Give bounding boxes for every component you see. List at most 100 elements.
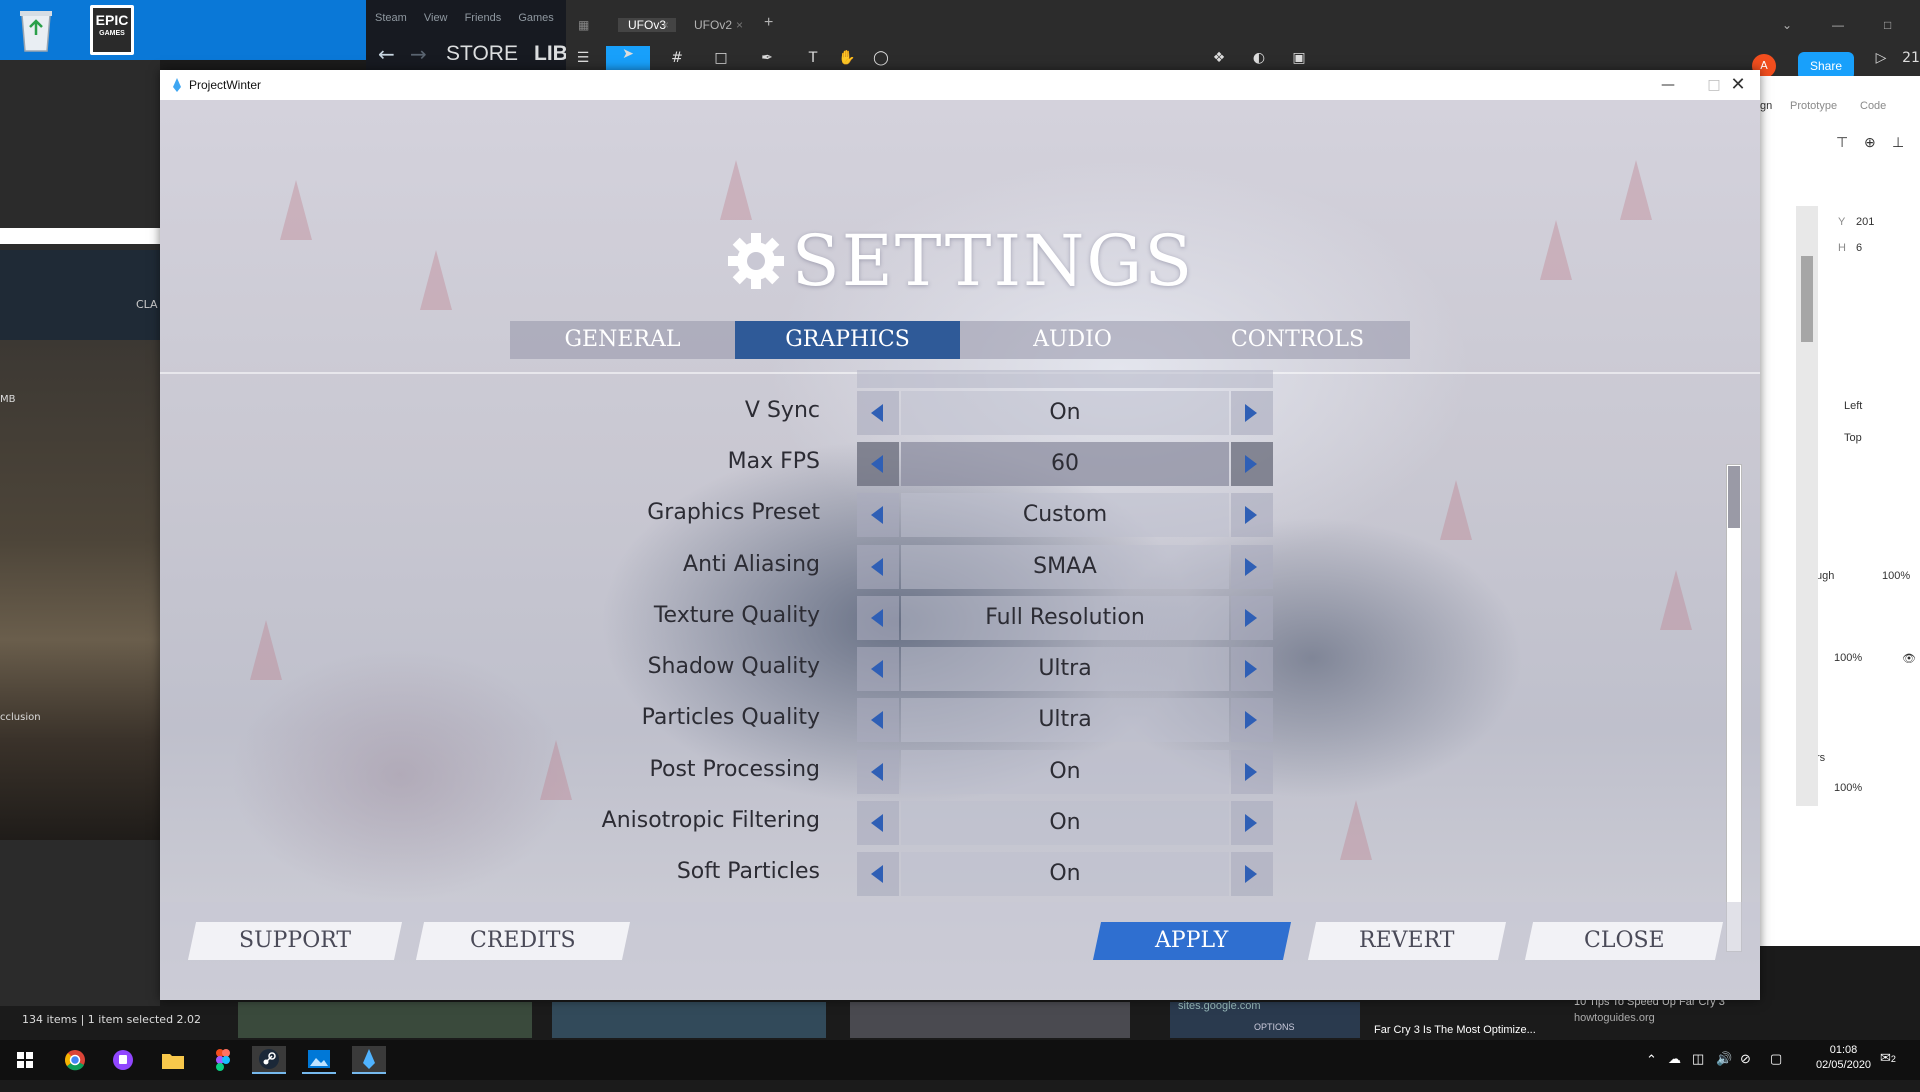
next-option-button[interactable] — [1231, 852, 1273, 896]
credits-button[interactable]: CREDITS — [415, 922, 631, 960]
photos-icon[interactable] — [302, 1046, 336, 1074]
frame-tool-icon[interactable]: # — [662, 50, 692, 72]
component-icon[interactable]: ❖ — [1204, 50, 1234, 72]
figma-icon[interactable] — [206, 1046, 240, 1074]
volume-icon[interactable]: 🔊 — [1716, 1051, 1732, 1091]
tab-close-icon[interactable]: × — [736, 18, 743, 32]
window-titlebar[interactable]: ProjectWinter — □ ✕ — [160, 70, 1760, 100]
pen-tool-icon[interactable]: ✒ — [752, 50, 782, 72]
layer-opacity[interactable]: 100% — [1882, 570, 1910, 582]
y-field[interactable]: 201 — [1856, 216, 1874, 228]
steam-menu-games[interactable]: Games — [518, 12, 553, 24]
start-icon[interactable] — [8, 1046, 42, 1074]
search-result-thumb-1[interactable] — [238, 1002, 532, 1038]
minimize-icon[interactable]: — — [1832, 18, 1844, 32]
steam-menu-view[interactable]: View — [424, 12, 448, 24]
shape-tool-icon[interactable]: □ — [706, 50, 736, 72]
align-top-icon[interactable]: ⊤ — [1836, 134, 1848, 151]
boolean-icon[interactable]: ▣ — [1284, 50, 1314, 72]
figma-grid-icon[interactable]: ▦ — [578, 18, 589, 32]
scrollbar-thumb[interactable] — [1801, 256, 1813, 342]
network-icon[interactable]: ◫ — [1692, 1051, 1704, 1091]
previous-option-button[interactable] — [857, 647, 899, 691]
settings-scrollbar-thumb[interactable] — [1728, 466, 1740, 528]
eye-icon[interactable]: 👁 — [1902, 652, 1916, 665]
panel-tab-prototype[interactable]: Prototype — [1790, 100, 1837, 112]
panel-tab-code[interactable]: Code — [1860, 100, 1886, 112]
action-icon[interactable]: ▢ — [1770, 1051, 1782, 1091]
panel-tab-design[interactable]: gn — [1760, 100, 1772, 112]
previous-option-button[interactable] — [857, 596, 899, 640]
recycle-bin-icon[interactable] — [12, 6, 60, 54]
constraint-horizontal[interactable]: Left — [1844, 400, 1862, 412]
steam-library-link[interactable]: LIB — [534, 42, 568, 66]
clock[interactable]: 01:08 02/05/2020 — [1816, 1044, 1871, 1084]
next-option-button[interactable] — [1231, 391, 1273, 435]
twitch-icon[interactable] — [106, 1046, 140, 1074]
back-arrow-icon[interactable]: ← — [378, 42, 395, 66]
steam-menu-steam[interactable]: Steam — [375, 12, 407, 24]
align-middle-icon[interactable]: ⊕ — [1864, 134, 1876, 151]
previous-option-button[interactable] — [857, 493, 899, 537]
next-option-button[interactable] — [1231, 493, 1273, 537]
steam-menu-friends[interactable]: Friends — [465, 12, 502, 24]
settings-scrollbar[interactable] — [1726, 464, 1742, 952]
previous-option-button[interactable] — [857, 801, 899, 845]
next-option-button[interactable] — [1231, 596, 1273, 640]
figma-scrollbar[interactable] — [1796, 206, 1818, 806]
chrome-icon[interactable] — [58, 1046, 92, 1074]
hand-tool-icon[interactable]: ✋ — [832, 50, 862, 72]
next-option-button[interactable] — [1231, 545, 1273, 589]
menu-icon[interactable]: ☰ — [568, 50, 598, 72]
align-bottom-icon[interactable]: ⊥ — [1892, 134, 1904, 151]
stroke-opacity[interactable]: 100% — [1834, 782, 1862, 794]
shield-icon[interactable]: ⊘ — [1740, 1051, 1751, 1091]
new-tab-icon[interactable]: + — [764, 14, 773, 32]
revert-button[interactable]: REVERT — [1307, 922, 1507, 960]
search-result-thumb-3[interactable] — [850, 1002, 1130, 1038]
tab-controls[interactable]: CONTROLS — [1185, 321, 1410, 359]
epic-games-icon[interactable]: EPIC GAMES — [90, 5, 134, 55]
previous-option-button[interactable] — [857, 442, 899, 486]
comment-tool-icon[interactable]: ◯ — [866, 50, 896, 72]
previous-option-button[interactable] — [857, 698, 899, 742]
fill-opacity[interactable]: 100% — [1834, 652, 1862, 664]
blend-mode[interactable]: ugh — [1816, 570, 1834, 582]
next-option-button[interactable] — [1231, 647, 1273, 691]
mask-icon[interactable]: ◐ — [1244, 50, 1274, 72]
chevron-down-icon[interactable]: ⌄ — [1782, 18, 1792, 32]
zoom-readout[interactable]: 21 — [1896, 50, 1920, 72]
tab-close-icon[interactable]: × — [662, 18, 669, 32]
close-button[interactable]: CLOSE — [1524, 922, 1724, 960]
steam-store-link[interactable]: STORE — [446, 42, 518, 66]
tray-chevron-icon[interactable]: ⌃ — [1646, 1052, 1657, 1092]
onedrive-icon[interactable]: ☁ — [1668, 1051, 1681, 1091]
figma-tab-ufov2[interactable]: UFOv2 — [694, 18, 732, 32]
notification-icon[interactable]: ✉2 — [1880, 1050, 1896, 1090]
previous-option-button[interactable] — [857, 391, 899, 435]
tab-general[interactable]: GENERAL — [510, 321, 735, 359]
h-field[interactable]: 6 — [1856, 242, 1862, 254]
apply-button[interactable]: APPLY — [1092, 922, 1292, 960]
next-option-button[interactable] — [1231, 442, 1273, 486]
previous-option-button[interactable] — [857, 852, 899, 896]
article-title-1[interactable]: Far Cry 3 Is The Most Optimize... — [1374, 1024, 1536, 1036]
present-icon[interactable]: ▷ — [1866, 50, 1896, 72]
support-button[interactable]: SUPPORT — [187, 922, 403, 960]
steam-icon[interactable] — [252, 1046, 286, 1074]
close-window-button[interactable]: ✕ — [1715, 70, 1761, 100]
search-result-thumb-4[interactable]: sites.google.com OPTIONS — [1170, 1000, 1360, 1038]
next-option-button[interactable] — [1231, 801, 1273, 845]
previous-option-button[interactable] — [857, 750, 899, 794]
constraint-vertical[interactable]: Top — [1844, 432, 1862, 444]
tab-graphics[interactable]: GRAPHICS — [735, 321, 960, 359]
tab-audio[interactable]: AUDIO — [960, 321, 1185, 359]
file-explorer-icon[interactable] — [156, 1046, 190, 1074]
minimize-button[interactable]: — — [1645, 70, 1691, 100]
previous-option-button[interactable] — [857, 545, 899, 589]
next-option-button[interactable] — [1231, 750, 1273, 794]
forward-arrow-icon[interactable]: → — [410, 42, 427, 66]
search-result-thumb-2[interactable] — [552, 1002, 826, 1038]
text-tool-icon[interactable]: T — [798, 50, 828, 72]
project-winter-icon[interactable] — [352, 1046, 386, 1074]
